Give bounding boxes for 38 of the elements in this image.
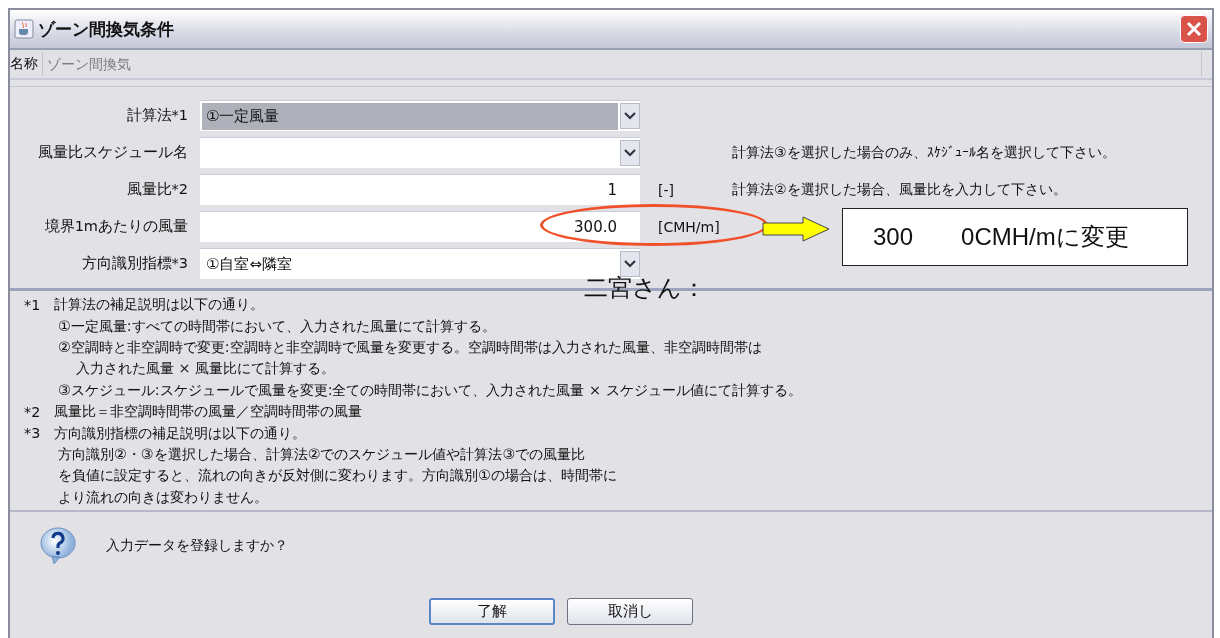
- name-label: 名称: [10, 55, 39, 73]
- note-text: 風量比＝非空調時間帯の風量／空調時間帯の風量: [54, 402, 362, 422]
- hint-text: 計算法③を選択した場合のみ、ｽｹｼﾞｭｰﾙ名を選択して下さい。: [732, 143, 1116, 162]
- window-title: ゾーン間換気条件: [38, 17, 174, 41]
- hint-text: 計算法②を選択した場合、風量比を入力して下さい。: [732, 180, 1067, 199]
- note-text: を負値に設定すると、流れの向きが反対側に変わります。方向識別①の場合は、時間帯に: [58, 466, 617, 486]
- dialog-button[interactable]: 了解: [429, 597, 555, 625]
- dropdown[interactable]: ①一定風量: [200, 100, 640, 131]
- footnote-mark: *1: [24, 296, 42, 313]
- note-text: より流れの向きは変わりません。: [58, 487, 268, 507]
- field-label: 方向識別指標*3: [80, 254, 189, 273]
- close-button[interactable]: [1180, 15, 1208, 43]
- text-field[interactable]: 300.0: [200, 211, 640, 242]
- note-text: ①一定風量:すべての時間帯において、入力された風量にて計算する。: [58, 316, 496, 336]
- note-text: 方向識別指標の補足説明は以下の通り。: [54, 423, 306, 443]
- callout-box: 300 0CMH/mに変更: [842, 208, 1188, 266]
- chevron-down-icon[interactable]: [620, 251, 640, 277]
- coffee-cup-icon: [14, 19, 34, 39]
- note-text: 方向識別②・③を選択した場合、計算法②でのスケジュール値や計算法③での風量比: [58, 444, 586, 464]
- text-field[interactable]: 1: [200, 174, 640, 205]
- chevron-down-icon[interactable]: [620, 103, 640, 129]
- note-text: ②空調時と非空調時で変更:空調時と非空調時で風量を変更する。空調時間帯は入力された風量、非空調時間帯は: [58, 337, 762, 357]
- question-text: 入力データを登録しますか？: [106, 536, 288, 555]
- note-text: 計算法の補足説明は以下の通り。: [54, 295, 264, 315]
- note-text: 入力された風量 × 風量比にて計算する。: [76, 359, 336, 379]
- unit-label: [-]: [657, 181, 675, 198]
- chevron-down-icon[interactable]: [620, 140, 640, 166]
- note-text: ③スケジュール:スケジュールで風量を変更:全ての時間帯において、入力された風量 × スケジュール値にて計算する。: [58, 380, 802, 400]
- field-label: 境界1mあたりの風量: [43, 217, 189, 236]
- footnote-mark: *2: [24, 403, 42, 420]
- dialog-button[interactable]: 取消し: [567, 597, 693, 625]
- question-bubble-icon: [38, 525, 78, 566]
- unit-label: [CMH/m]: [657, 218, 721, 235]
- right-arrow-icon: [762, 216, 830, 242]
- footnote-mark: *3: [24, 425, 42, 442]
- field-label: 計算法*1: [125, 106, 189, 125]
- field-label: 風量比スケジュール名: [37, 143, 189, 162]
- field-label: 風量比*2: [125, 180, 189, 199]
